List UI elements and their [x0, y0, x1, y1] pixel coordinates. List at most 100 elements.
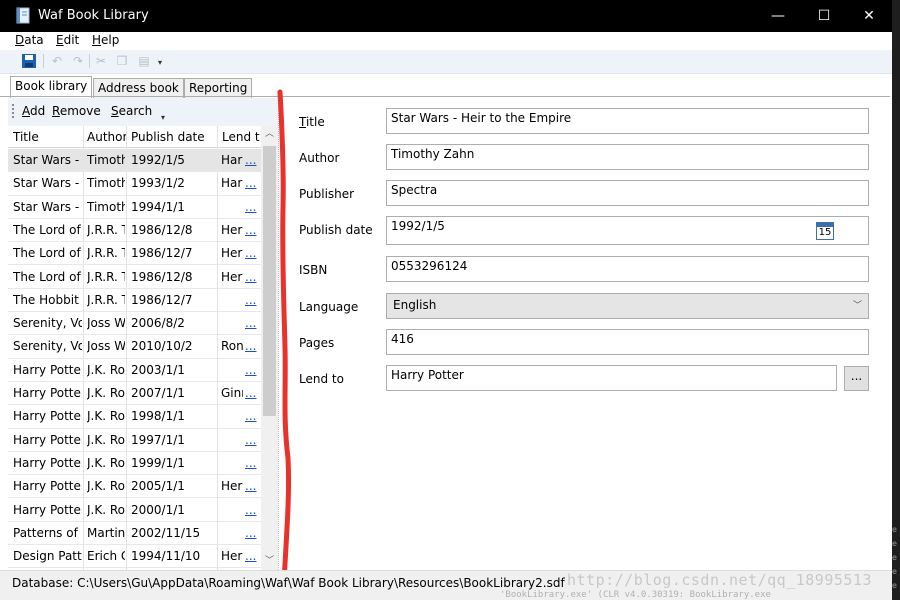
save-icon[interactable]	[21, 53, 37, 69]
lend-to-link[interactable]: ...	[245, 363, 259, 377]
language-label: Language	[299, 300, 359, 314]
lend-to-link[interactable]: ...	[245, 339, 259, 353]
table-row[interactable]: The Lord of the Rings J.R.R. Tolkien 1986/…	[8, 242, 261, 266]
cut-icon[interactable]: ✂	[93, 53, 109, 69]
paste-icon[interactable]: ▤	[136, 53, 152, 69]
search-button[interactable]: Search	[111, 104, 152, 118]
lend-to-link[interactable]: ...	[245, 409, 259, 423]
lend-to-link[interactable]: ...	[245, 316, 259, 330]
cell-author: J.K. Rowling	[87, 479, 125, 494]
lend-to-link[interactable]: ...	[245, 200, 259, 214]
publish-date-field[interactable]: 1992/1/5	[386, 216, 869, 245]
column-header-lend-to[interactable]: Lend to	[222, 130, 260, 144]
table-row[interactable]: The Hobbit J.R.R. Tolkien 1986/12/7...	[8, 289, 261, 313]
cell-publish-date: 2002/11/15	[131, 525, 201, 540]
table-row[interactable]: Serenity, Vol 2 Joss Whedon 2010/10/2 Ron..…	[8, 335, 261, 359]
table-row[interactable]: Harry Potter J.K. Rowling 2005/1/1 Hermione…	[8, 475, 261, 499]
table-row[interactable]: Harry Potter J.K. Rowling 1997/1/1...	[8, 429, 261, 452]
column-header-title[interactable]: Title	[13, 130, 83, 144]
toolbar-overflow-button[interactable]: ▾	[158, 58, 162, 67]
table-row[interactable]: Harry Potter J.K. Rowling 2000/1/1...	[8, 499, 261, 522]
background-char: e	[892, 581, 897, 590]
cell-title: Harry Potter	[13, 409, 82, 424]
pages-field[interactable]: 416	[386, 329, 869, 355]
cell-publish-date: 1986/12/7	[131, 246, 193, 261]
table-row[interactable]: Harry Potter J.K. Rowling 1999/1/1...	[8, 452, 261, 476]
lend-to-link[interactable]: ...	[245, 153, 259, 167]
lend-to-link[interactable]: ...	[245, 270, 259, 284]
cell-author: J.K. Rowling	[87, 432, 125, 447]
lend-to-link[interactable]: ...	[245, 246, 259, 260]
cell-publish-date: 1993/1/2	[131, 176, 185, 191]
database-path-status: Database: C:\Users\Gu\AppData\Roaming\Wa…	[12, 576, 565, 590]
menu-bar: Data Edit Help	[0, 32, 892, 50]
calendar-icon[interactable]: 15	[816, 222, 834, 240]
lend-to-link[interactable]: ...	[245, 549, 259, 563]
publisher-field[interactable]: Spectra	[386, 180, 869, 206]
lend-to-link[interactable]: ...	[245, 526, 259, 540]
table-row[interactable]: Star Wars - The Last Command Timothy Zahn…	[8, 196, 261, 219]
title-field[interactable]: Star Wars - Heir to the Empire	[386, 108, 869, 134]
lend-to-link[interactable]: ...	[245, 479, 259, 493]
add-button[interactable]: Add	[22, 104, 45, 118]
lend-to-link[interactable]: ...	[245, 176, 259, 190]
author-field[interactable]: Timothy Zahn	[386, 144, 869, 170]
lend-to-link[interactable]: ...	[245, 293, 259, 307]
lend-to-link[interactable]: ...	[245, 503, 259, 517]
title-bar[interactable]: Waf Book Library — ☐ ✕	[0, 0, 892, 32]
cell-publish-date: 2007/1/1	[131, 386, 185, 400]
cell-title: Serenity, Vol 1	[13, 316, 82, 331]
menu-edit[interactable]: Edit	[56, 33, 79, 47]
lend-to-link[interactable]: ...	[245, 386, 259, 400]
undo-icon[interactable]: ↶	[49, 53, 65, 69]
tab-reporting[interactable]: Reporting	[184, 78, 253, 98]
cell-title: The Lord of the Rings	[13, 269, 82, 284]
cell-author: Erich Gamma	[87, 549, 125, 564]
column-header-publish-date[interactable]: Publish date	[131, 130, 219, 144]
cell-author: J.R.R. Tolkien	[87, 269, 125, 284]
table-row[interactable]: Harry Potter J.K. Rowling 1998/1/1...	[8, 405, 261, 429]
background-char: e	[892, 539, 897, 548]
lend-to-field[interactable]: Harry Potter	[386, 365, 837, 391]
cell-publish-date: 1998/1/1	[131, 409, 185, 424]
cell-title: Harry Potter	[13, 455, 82, 470]
table-row[interactable]: Star Wars - Heir to the Empire Timothy Za…	[8, 149, 261, 173]
language-select[interactable]: English ﹀	[386, 293, 869, 319]
lend-to-link[interactable]: ...	[245, 456, 259, 470]
cell-publish-date: 2010/10/2	[131, 339, 193, 354]
pages-label: Pages	[299, 336, 335, 350]
menu-help[interactable]: Help	[92, 33, 119, 47]
language-value: English	[393, 298, 437, 312]
table-row[interactable]: The Lord of the Rings J.R.R. Tolkien 1986/…	[8, 219, 261, 243]
menu-data[interactable]: Data	[15, 33, 44, 47]
redo-icon[interactable]: ↷	[70, 53, 86, 69]
cell-lend-to: Hermione	[221, 269, 243, 284]
table-row[interactable]: Harry Potter J.K. Rowling 2003/1/1...	[8, 359, 261, 382]
table-row[interactable]: Star Wars - Dark Force Rising Timothy Zah…	[8, 172, 261, 196]
copy-icon[interactable]: ❐	[114, 53, 130, 69]
cell-publish-date: 1994/1/1	[131, 199, 185, 214]
cell-title: Harry Potter	[13, 479, 82, 494]
isbn-field[interactable]: 0553296124	[386, 256, 869, 282]
close-button[interactable]: ✕	[846, 0, 892, 32]
lend-to-link[interactable]: ...	[245, 223, 259, 237]
column-header-author[interactable]: Author	[87, 130, 127, 144]
table-row[interactable]: Harry Potter J.K. Rowling 2007/1/1 Ginny...	[8, 382, 261, 406]
library-toolbar-overflow[interactable]: ▾	[161, 113, 165, 122]
cell-title: Harry Potter	[13, 386, 82, 400]
book-app-icon	[16, 7, 30, 24]
minimize-button[interactable]: —	[755, 0, 801, 32]
tab-address-book[interactable]: Address book	[93, 78, 184, 98]
table-row[interactable]: Serenity, Vol 1 Joss Whedon 2006/8/2...	[8, 312, 261, 336]
lend-to-browse-button[interactable]: ...	[844, 366, 869, 391]
book-grid[interactable]: Title Author Publish date Lend to Star W…	[8, 126, 261, 570]
cell-title: Harry Potter	[13, 502, 82, 517]
table-row[interactable]: Design Patterns Erich Gamma 1994/11/10 Herm…	[8, 545, 261, 569]
remove-button[interactable]: Remove	[52, 104, 101, 118]
table-row[interactable]: Patterns of Enterprise Martin Fowler 2002/…	[8, 522, 261, 546]
cell-author: Joss Whedon	[87, 316, 125, 331]
lend-to-link[interactable]: ...	[245, 433, 259, 447]
publisher-label: Publisher	[299, 187, 355, 201]
table-row[interactable]: The Lord of the Rings J.R.R. Tolkien 1986/…	[8, 266, 261, 289]
maximize-button[interactable]: ☐	[801, 0, 847, 32]
